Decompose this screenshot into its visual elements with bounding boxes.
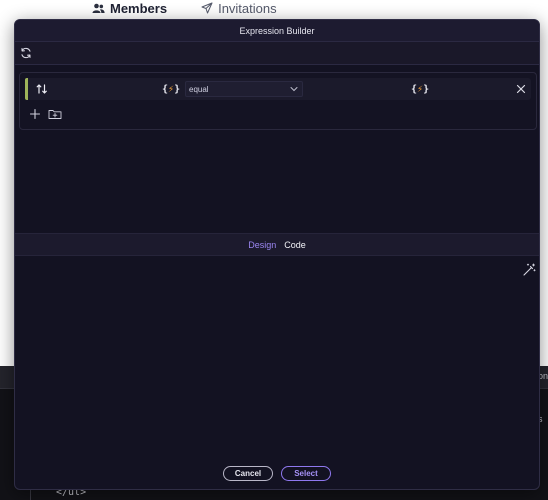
tab-members-label: Members <box>110 0 168 16</box>
dialog-toolbar <box>15 42 539 65</box>
refresh-icon <box>21 47 31 59</box>
dialog-titlebar: Expression Builder <box>15 20 539 42</box>
tab-invitations[interactable]: Invitations <box>201 1 277 16</box>
condition-group: {⚡} equal {⚡} <box>19 72 537 130</box>
refresh-button[interactable] <box>19 46 33 60</box>
sort-icon[interactable] <box>35 82 49 96</box>
operator-value: equal <box>189 84 209 94</box>
editor-tabs: Design Code <box>15 233 539 256</box>
row-accent-bar <box>25 78 28 100</box>
magic-wand-icon[interactable] <box>522 263 536 277</box>
tab-code[interactable]: Code <box>284 240 306 250</box>
add-condition-button[interactable] <box>29 108 41 120</box>
tab-design[interactable]: Design <box>248 240 276 250</box>
right-expression-icon[interactable]: {⚡} <box>411 82 429 96</box>
add-group-button[interactable] <box>48 108 62 120</box>
background-tabs: Members Invitations <box>92 0 277 16</box>
remove-condition-button[interactable] <box>515 83 527 95</box>
paper-plane-icon <box>201 2 213 14</box>
chevron-down-icon <box>290 87 298 92</box>
tab-invitations-label: Invitations <box>218 0 277 16</box>
select-button[interactable]: Select <box>281 466 331 481</box>
left-expression-icon[interactable]: {⚡} <box>162 82 180 96</box>
operator-select[interactable]: equal <box>185 81 303 97</box>
dialog-title: Expression Builder <box>239 25 315 36</box>
expression-builder-dialog: Expression Builder {⚡} equal {⚡} Desig… <box>14 19 540 490</box>
dialog-footer: Cancel Select <box>15 466 539 483</box>
cancel-button[interactable]: Cancel <box>223 466 273 481</box>
users-icon <box>92 3 105 13</box>
tab-members[interactable]: Members <box>92 1 167 16</box>
condition-row: {⚡} equal {⚡} <box>25 78 531 100</box>
